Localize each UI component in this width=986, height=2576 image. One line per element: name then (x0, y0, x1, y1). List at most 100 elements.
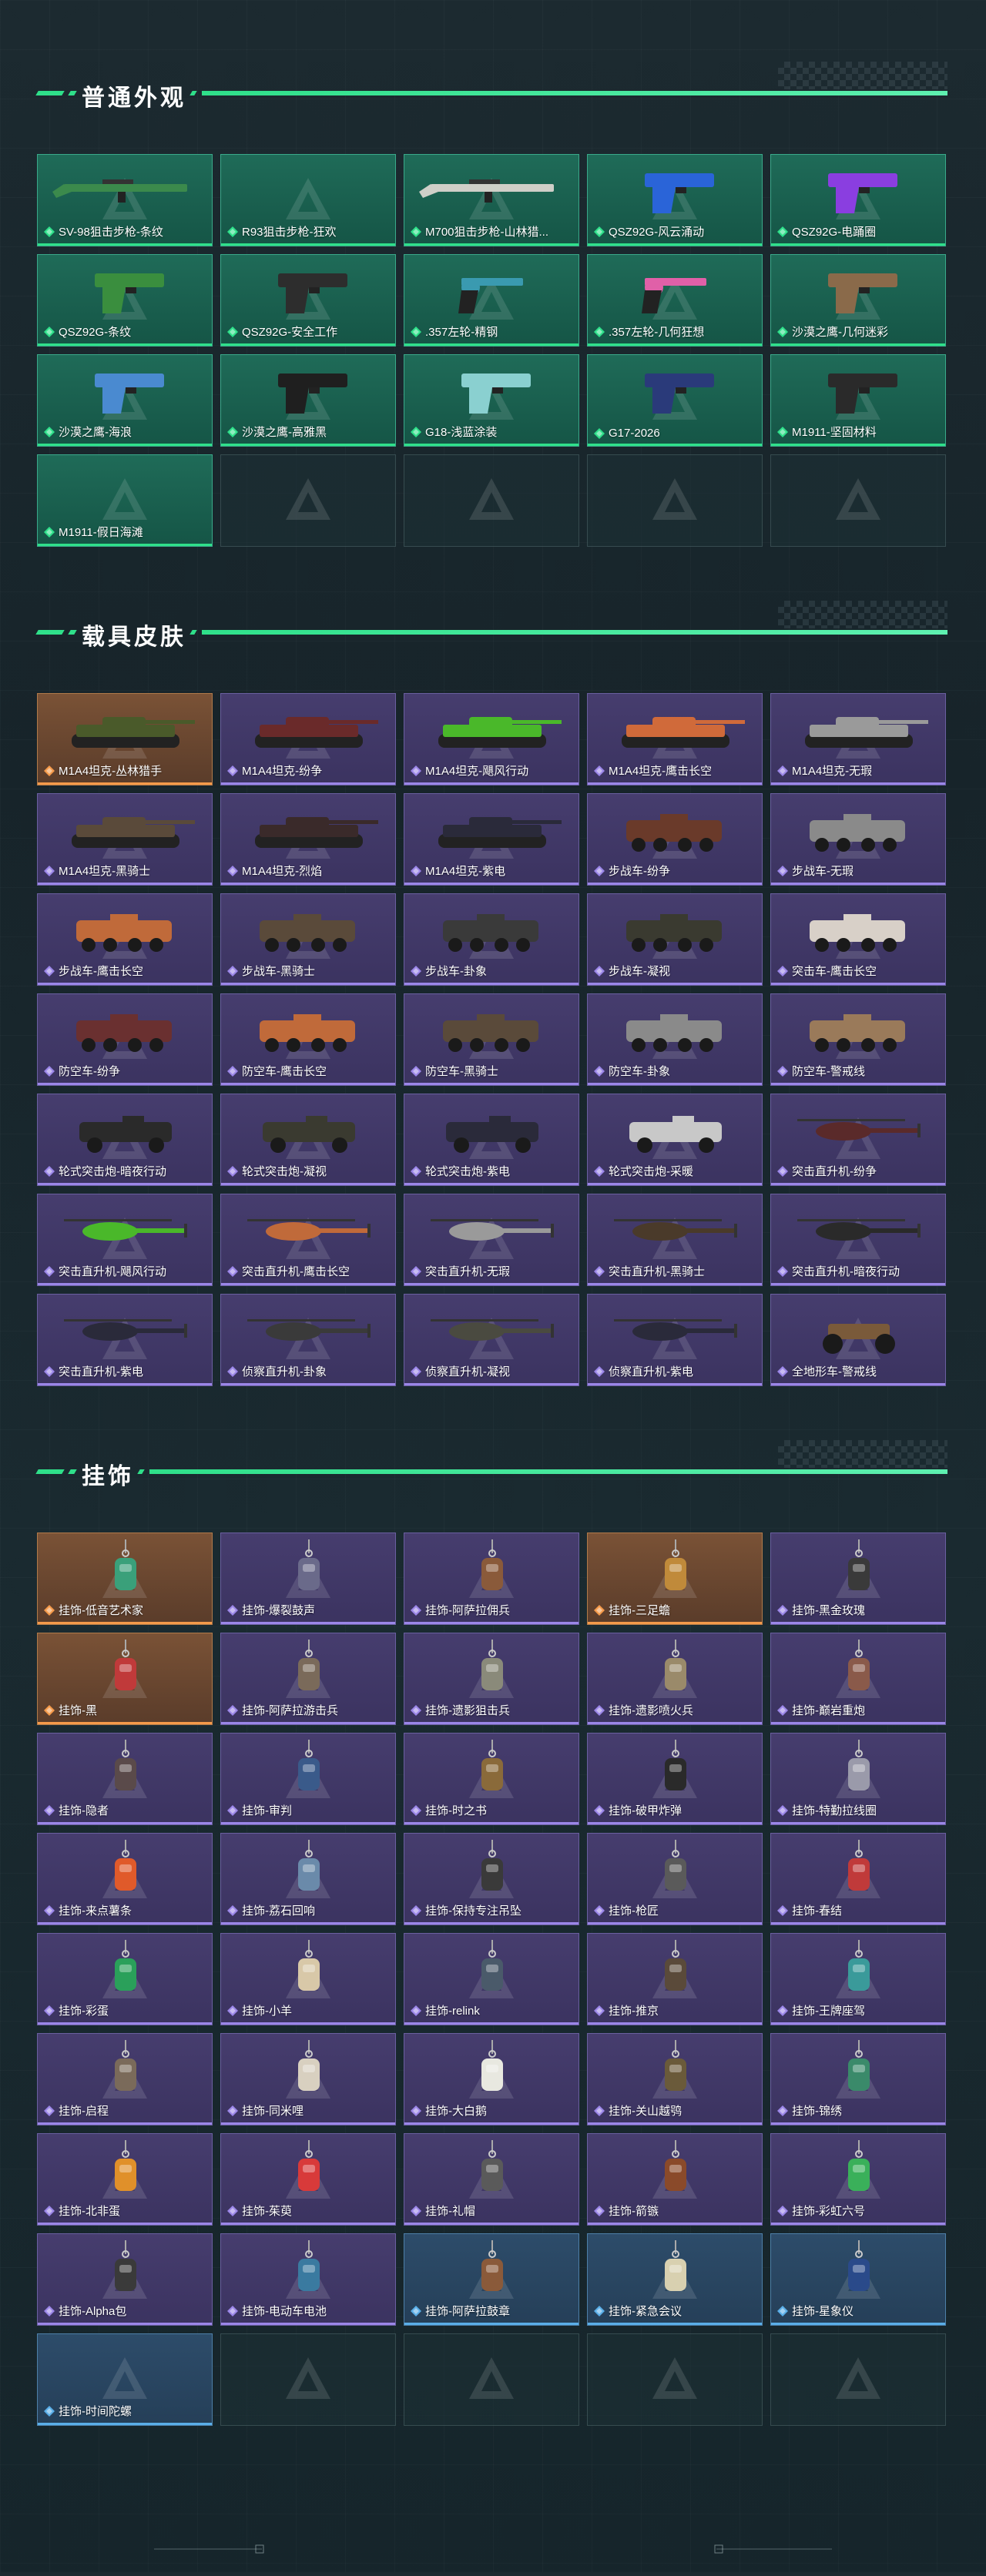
item-card[interactable]: 轮式突击炮-暗夜行动 (37, 1094, 213, 1186)
item-card[interactable]: .357左轮-几何狂想 (587, 254, 763, 347)
item-card[interactable]: 步战车-鹰击长空 (37, 893, 213, 986)
item-card[interactable]: 挂饰-启程 (37, 2033, 213, 2125)
item-card[interactable]: 挂饰-Alpha包 (37, 2233, 213, 2326)
item-card[interactable]: 挂饰-破甲炸弹 (587, 1733, 763, 1825)
item-card[interactable]: M700狙击步枪-山林猎... (404, 154, 579, 246)
item-card[interactable]: 挂饰-时间陀螺 (37, 2333, 213, 2426)
item-card[interactable]: M1A4坦克-无瑕 (770, 693, 946, 786)
item-card[interactable]: 步战车-黑骑士 (220, 893, 396, 986)
item-card[interactable]: 挂饰-黑金玫瑰 (770, 1533, 946, 1625)
item-card[interactable]: 突击直升机-暗夜行动 (770, 1194, 946, 1286)
item-card[interactable]: 步战车-纷争 (587, 793, 763, 886)
item-card[interactable]: M1A4坦克-紫电 (404, 793, 579, 886)
item-card[interactable]: 全地形车-警戒线 (770, 1294, 946, 1386)
item-card[interactable]: 挂饰-王牌座驾 (770, 1933, 946, 2025)
item-card[interactable]: 防空车-鹰击长空 (220, 993, 396, 1086)
item-card[interactable]: SV-98狙击步枪-条纹 (37, 154, 213, 246)
item-card[interactable]: 挂饰-来点薯条 (37, 1833, 213, 1925)
item-card[interactable]: 挂饰-电动车电池 (220, 2233, 396, 2326)
item-label-row: .357左轮-精钢 (411, 323, 498, 340)
item-card[interactable]: 挂饰-遗影喷火兵 (587, 1633, 763, 1725)
item-card[interactable]: 突击直升机-纷争 (770, 1094, 946, 1186)
item-card[interactable]: M1A4坦克-黑骑士 (37, 793, 213, 886)
item-label: M1A4坦克-黑骑士 (59, 865, 151, 878)
item-card[interactable]: 轮式突击炮-采暖 (587, 1094, 763, 1186)
item-card[interactable]: 挂饰-大白鹅 (404, 2033, 579, 2125)
item-card[interactable]: 步战车-凝视 (587, 893, 763, 986)
item-card[interactable]: 挂饰-特勤拉线圈 (770, 1733, 946, 1825)
item-card[interactable]: 挂饰-巅岩重炮 (770, 1633, 946, 1725)
item-card[interactable]: M1A4坦克-烈焰 (220, 793, 396, 886)
item-card[interactable]: 挂饰-星象仪 (770, 2233, 946, 2326)
item-card[interactable]: 挂饰-北非蛋 (37, 2133, 213, 2226)
item-card[interactable]: 沙漠之鹰-海浪 (37, 354, 213, 447)
item-card[interactable]: QSZ92G-安全工作 (220, 254, 396, 347)
item-card[interactable]: 沙漠之鹰-几何迷彩 (770, 254, 946, 347)
item-card[interactable]: M1911-假日海滩 (37, 454, 213, 547)
item-card[interactable]: 挂饰-关山越鸮 (587, 2033, 763, 2125)
item-card[interactable]: 突击直升机-黑骑士 (587, 1194, 763, 1286)
item-card[interactable]: G17-2026 (587, 354, 763, 447)
rarity-gem-icon (227, 1804, 238, 1816)
item-label: QSZ92G-条纹 (59, 326, 132, 339)
item-card[interactable]: 挂饰-紧急会议 (587, 2233, 763, 2326)
item-card[interactable]: 沙漠之鹰-高雅黑 (220, 354, 396, 447)
item-label-row: .357左轮-几何狂想 (594, 323, 704, 340)
item-card[interactable]: 挂饰-荔石回响 (220, 1833, 396, 1925)
item-card[interactable]: 挂饰-彩虹六号 (770, 2133, 946, 2226)
item-label: 步战车-凝视 (609, 965, 670, 978)
item-card[interactable]: 挂饰-阿萨拉游击兵 (220, 1633, 396, 1725)
item-card[interactable]: QSZ92G-风云涌动 (587, 154, 763, 246)
item-card[interactable]: 突击直升机-紫电 (37, 1294, 213, 1386)
item-card[interactable]: 挂饰-礼帽 (404, 2133, 579, 2226)
item-card[interactable]: 防空车-卦象 (587, 993, 763, 1086)
item-card[interactable]: 轮式突击炮-紫电 (404, 1094, 579, 1186)
item-card[interactable]: 挂饰-枪匠 (587, 1833, 763, 1925)
item-card[interactable]: 步战车-卦象 (404, 893, 579, 986)
item-card[interactable]: 挂饰-黑 (37, 1633, 213, 1725)
item-card[interactable]: 步战车-无瑕 (770, 793, 946, 886)
item-card[interactable]: .357左轮-精钢 (404, 254, 579, 347)
item-card[interactable]: 挂饰-保持专注吊坠 (404, 1833, 579, 1925)
item-card[interactable]: 挂饰-小羊 (220, 1933, 396, 2025)
item-card[interactable]: 挂饰-推京 (587, 1933, 763, 2025)
item-card[interactable]: R93狙击步枪-狂欢 (220, 154, 396, 246)
item-card[interactable]: 侦察直升机-凝视 (404, 1294, 579, 1386)
item-card[interactable]: 突击直升机-鹰击长空 (220, 1194, 396, 1286)
item-card[interactable]: 挂饰-锦绣 (770, 2033, 946, 2125)
item-card[interactable]: 挂饰-审判 (220, 1733, 396, 1825)
item-card[interactable]: M1911-坚固材料 (770, 354, 946, 447)
item-label-row: 轮式突击炮-采暖 (594, 1163, 693, 1179)
item-card[interactable]: M1A4坦克-飓风行动 (404, 693, 579, 786)
item-card[interactable]: 挂饰-同米哩 (220, 2033, 396, 2125)
item-card[interactable]: 挂饰-彩蛋 (37, 1933, 213, 2025)
item-card[interactable]: 突击车-鹰击长空 (770, 893, 946, 986)
item-card[interactable]: 防空车-警戒线 (770, 993, 946, 1086)
item-card[interactable]: 侦察直升机-卦象 (220, 1294, 396, 1386)
item-card[interactable]: 防空车-纷争 (37, 993, 213, 1086)
item-card[interactable]: 挂饰-春结 (770, 1833, 946, 1925)
item-card[interactable]: M1A4坦克-丛林猎手 (37, 693, 213, 786)
item-card[interactable]: M1A4坦克-纷争 (220, 693, 396, 786)
item-card[interactable]: M1A4坦克-鹰击长空 (587, 693, 763, 786)
item-card[interactable]: 轮式突击炮-凝视 (220, 1094, 396, 1186)
item-card[interactable]: 防空车-黑骑士 (404, 993, 579, 1086)
item-card[interactable]: 突击直升机-飓风行动 (37, 1194, 213, 1286)
item-card[interactable]: 挂饰-relink (404, 1933, 579, 2025)
item-card[interactable]: QSZ92G-电踊圈 (770, 154, 946, 246)
item-card[interactable]: 挂饰-箭镞 (587, 2133, 763, 2226)
item-card[interactable]: 挂饰-时之书 (404, 1733, 579, 1825)
item-card[interactable]: 挂饰-遗影狙击兵 (404, 1633, 579, 1725)
charm-icon (848, 1640, 870, 1690)
item-card[interactable]: QSZ92G-条纹 (37, 254, 213, 347)
item-card[interactable]: G18-浅蓝涂装 (404, 354, 579, 447)
item-card[interactable]: 挂饰-低音艺术家 (37, 1533, 213, 1625)
item-card[interactable]: 挂饰-阿萨拉佣兵 (404, 1533, 579, 1625)
item-card[interactable]: 挂饰-爆裂鼓声 (220, 1533, 396, 1625)
item-card[interactable]: 挂饰-茱萸 (220, 2133, 396, 2226)
item-card[interactable]: 挂饰-三足蟾 (587, 1533, 763, 1625)
item-card[interactable]: 突击直升机-无瑕 (404, 1194, 579, 1286)
item-card[interactable]: 侦察直升机-紫电 (587, 1294, 763, 1386)
item-card[interactable]: 挂饰-隐者 (37, 1733, 213, 1825)
item-card[interactable]: 挂饰-阿萨拉鼓章 (404, 2233, 579, 2326)
